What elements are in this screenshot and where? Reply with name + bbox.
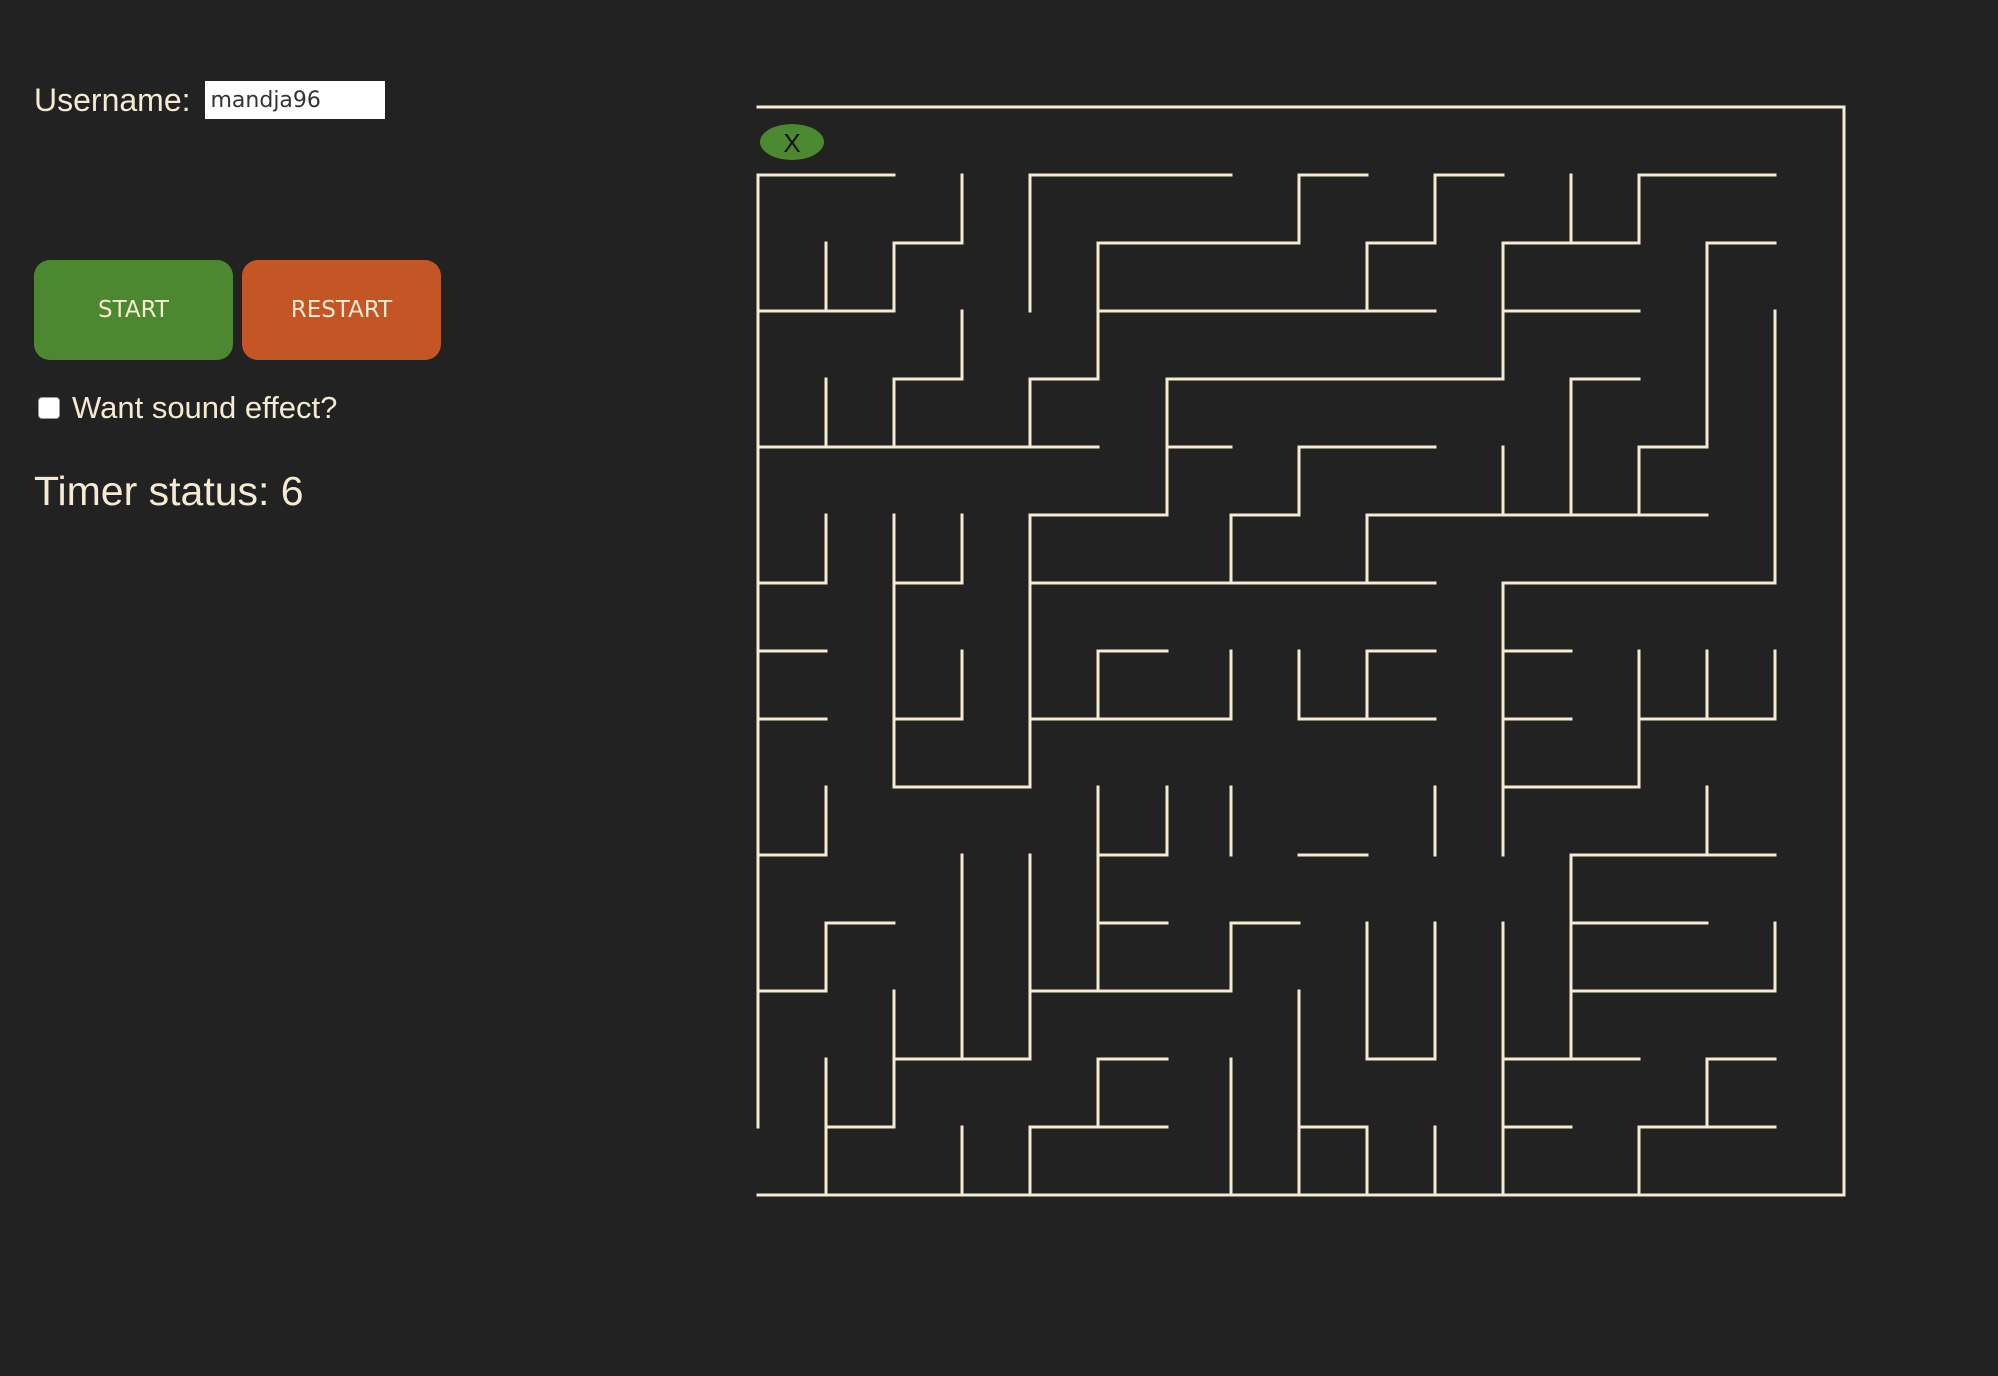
player-token[interactable]: X — [760, 124, 824, 160]
player-marker: X — [783, 128, 800, 158]
maze-walls — [756, 105, 1846, 1197]
maze-board: X — [756, 105, 1846, 1197]
